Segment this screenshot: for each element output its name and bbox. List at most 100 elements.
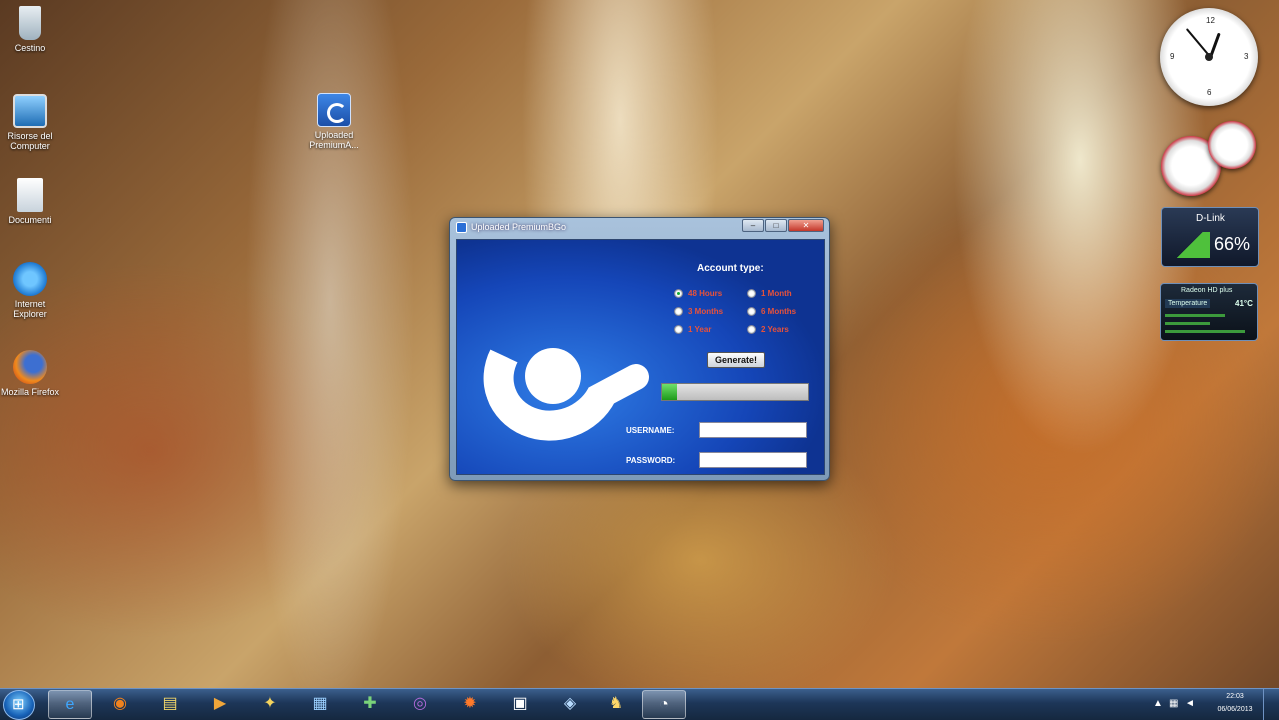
desktop-icon-internet-explorer[interactable]: Internet Explorer bbox=[0, 262, 62, 319]
show-desktop-button[interactable] bbox=[1263, 689, 1273, 720]
taskbar: e ◉ ▤ ▶ ✦ ▦ ✚ ◎ ✹ ▣ ◈ ♞ ◔ ▲ ▦ ◄ 22:03 06/06/2013 bbox=[0, 688, 1279, 720]
username-field[interactable] bbox=[699, 422, 807, 438]
taskbar-button-folder[interactable]: ▤ bbox=[148, 690, 192, 719]
window-client-area: Account type: 48 Hours 1 Month 3 Months … bbox=[456, 239, 825, 475]
taskbar-button-app-purple[interactable]: ◎ bbox=[398, 690, 442, 719]
account-type-label: Account type: bbox=[697, 263, 764, 274]
network-icon[interactable]: ▦ bbox=[1169, 698, 1178, 709]
window-titlebar[interactable]: Uploaded PremiumBGo – □ ✕ bbox=[450, 218, 829, 238]
taskbar-button-network-app[interactable]: ▦ bbox=[298, 690, 342, 719]
radio-1-year[interactable]: 1 Year bbox=[674, 324, 742, 336]
desktop-icon-firefox[interactable]: Mozilla Firefox bbox=[0, 350, 62, 397]
internet-explorer-icon bbox=[13, 262, 47, 296]
recycle-bin-icon bbox=[19, 6, 41, 40]
radio-48-hours[interactable]: 48 Hours bbox=[674, 288, 742, 300]
package-icon: ▣ bbox=[512, 695, 528, 712]
computer-icon bbox=[13, 94, 47, 128]
radio-2-years[interactable]: 2 Years bbox=[747, 324, 815, 336]
radio-icon bbox=[747, 307, 756, 316]
clock-numeral: 6 bbox=[1207, 88, 1212, 97]
radio-label: 1 Year bbox=[688, 325, 712, 334]
taskbar-button-paint[interactable]: ✚ bbox=[348, 690, 392, 719]
radio-label: 3 Months bbox=[688, 307, 724, 316]
taskbar-button-uploaded-app[interactable]: ◔ bbox=[642, 690, 686, 719]
radio-label: 6 Months bbox=[761, 307, 797, 316]
clock-numeral: 12 bbox=[1206, 16, 1215, 25]
app-window[interactable]: Uploaded PremiumBGo – □ ✕ Account type: … bbox=[449, 217, 830, 481]
internet-explorer-icon: e bbox=[65, 696, 75, 713]
system-tray: ▲ ▦ ◄ 22:03 06/06/2013 bbox=[1133, 689, 1273, 720]
app-icon: ✦ bbox=[263, 695, 277, 712]
generate-button[interactable]: Generate! bbox=[707, 352, 765, 368]
volume-icon[interactable]: ◄ bbox=[1185, 698, 1195, 709]
radio-3-months[interactable]: 3 Months bbox=[674, 306, 742, 318]
documents-icon bbox=[17, 178, 43, 212]
clock-numeral: 3 bbox=[1244, 52, 1249, 61]
gpu-usage-bar bbox=[1165, 330, 1245, 333]
firefox-icon: ◉ bbox=[113, 695, 127, 712]
start-button[interactable] bbox=[3, 690, 35, 720]
desktop-icon-label: Uploaded PremiumA... bbox=[309, 130, 359, 150]
password-label: PASSWORD: bbox=[626, 456, 676, 465]
clock-center bbox=[1205, 53, 1213, 61]
firefox-icon bbox=[13, 350, 47, 384]
radio-1-month[interactable]: 1 Month bbox=[747, 288, 815, 300]
wifi-signal-percent: 66% bbox=[1213, 234, 1250, 254]
radio-label: 48 Hours bbox=[688, 289, 723, 298]
taskbar-button-flame-app[interactable]: ✹ bbox=[448, 690, 492, 719]
taskbar-button-app[interactable]: ✦ bbox=[248, 690, 292, 719]
desktop-icon-label: Cestino bbox=[14, 43, 46, 53]
taskbar-button-tool[interactable]: ◈ bbox=[548, 690, 592, 719]
clock-gadget[interactable]: 12 3 6 9 bbox=[1160, 8, 1258, 106]
radio-icon bbox=[674, 307, 683, 316]
taskbar-button-game[interactable]: ♞ bbox=[594, 690, 638, 719]
minimize-button[interactable]: – bbox=[742, 219, 764, 232]
desktop-icon-label: Risorse del Computer bbox=[7, 131, 53, 151]
desktop-icon-recycle-bin[interactable]: Cestino bbox=[0, 6, 62, 53]
show-hidden-icons-icon[interactable]: ▲ bbox=[1153, 698, 1163, 709]
media-player-icon: ▶ bbox=[213, 695, 227, 712]
desktop-icon-label: Mozilla Firefox bbox=[0, 387, 59, 397]
network-app-icon: ▦ bbox=[312, 695, 328, 712]
username-label: USERNAME: bbox=[626, 426, 675, 435]
radio-icon bbox=[747, 289, 756, 298]
radio-6-months[interactable]: 6 Months bbox=[747, 306, 815, 318]
password-field[interactable] bbox=[699, 452, 807, 468]
desktop-icon-uploaded[interactable]: Uploaded PremiumA... bbox=[302, 93, 366, 150]
paint-icon: ✚ bbox=[363, 695, 377, 712]
window-title: Uploaded PremiumBGo bbox=[471, 222, 567, 232]
uploaded-app-icon: ◔ bbox=[659, 696, 669, 713]
close-button[interactable]: ✕ bbox=[788, 219, 824, 232]
radio-icon bbox=[674, 289, 683, 298]
taskbar-button-firefox[interactable]: ◉ bbox=[98, 690, 142, 719]
wifi-network-name: D-Link bbox=[1196, 213, 1225, 224]
memory-meter-gadget[interactable] bbox=[1208, 121, 1256, 169]
app-icon bbox=[456, 222, 467, 233]
taskbar-button-package[interactable]: ▣ bbox=[498, 690, 542, 719]
gpu-usage-bar bbox=[1165, 322, 1210, 325]
progress-fill bbox=[662, 384, 677, 400]
clock-time[interactable]: 22:03 bbox=[1213, 693, 1257, 700]
taskbar-button-media-player[interactable]: ▶ bbox=[198, 690, 242, 719]
desktop-icon-computer[interactable]: Risorse del Computer bbox=[0, 94, 62, 151]
taskbar-button-internet-explorer[interactable]: e bbox=[48, 690, 92, 719]
clock-numeral: 9 bbox=[1170, 52, 1175, 61]
wifi-gadget[interactable]: D-Link 66% bbox=[1161, 207, 1259, 267]
desktop-icon-label: Documenti bbox=[8, 215, 52, 225]
radio-icon bbox=[674, 325, 683, 334]
tool-icon: ◈ bbox=[563, 695, 577, 712]
progress-bar bbox=[661, 383, 809, 401]
radio-label: 1 Month bbox=[761, 289, 792, 298]
gpu-temperature-value: 41°C bbox=[1235, 299, 1253, 308]
gpu-gadget[interactable]: Radeon HD plus Temperature 41°C bbox=[1160, 283, 1258, 341]
game-icon: ♞ bbox=[608, 695, 624, 712]
clock-date[interactable]: 06/06/2013 bbox=[1213, 706, 1257, 713]
flame-app-icon: ✹ bbox=[463, 695, 477, 712]
folder-icon: ▤ bbox=[162, 695, 178, 712]
gpu-name: Radeon HD plus bbox=[1181, 287, 1233, 294]
desktop-icon-documents[interactable]: Documenti bbox=[0, 178, 62, 225]
desktop-icon-label: Internet Explorer bbox=[13, 299, 47, 319]
gpu-usage-bar bbox=[1165, 314, 1225, 317]
maximize-button[interactable]: □ bbox=[765, 219, 787, 232]
uploaded-logo-icon bbox=[464, 289, 654, 461]
